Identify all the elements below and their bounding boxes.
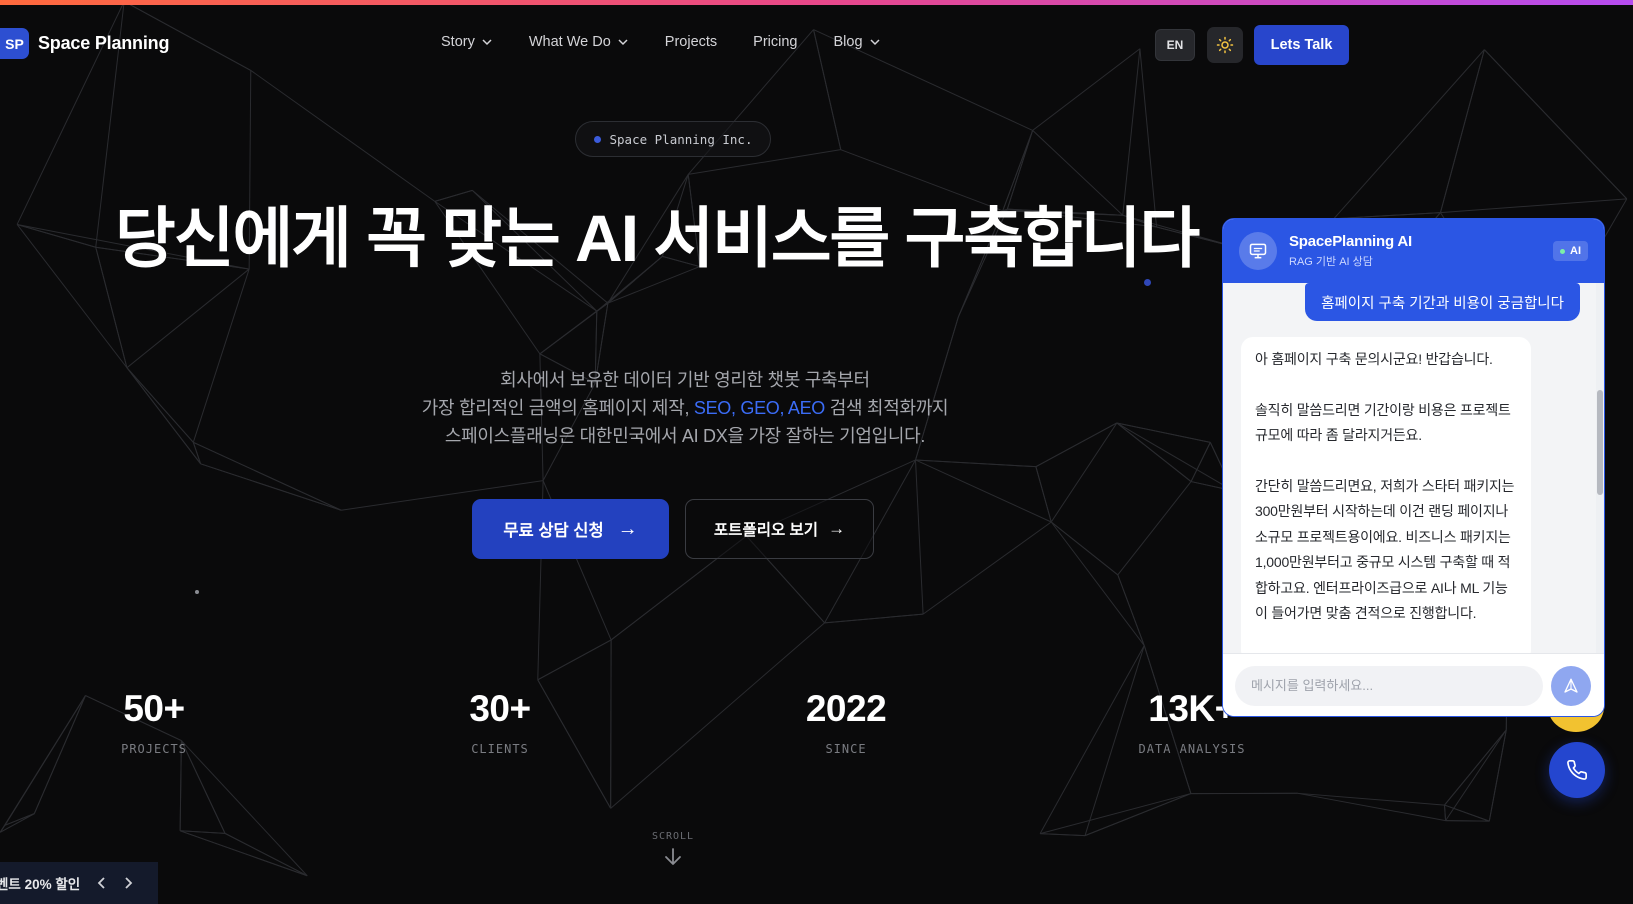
top-gradient-bar	[0, 0, 1633, 5]
arrow-down-icon	[665, 848, 681, 865]
send-icon	[1564, 678, 1578, 693]
stat-label: SINCE	[825, 742, 867, 756]
chevron-right-icon[interactable]	[122, 876, 134, 890]
stat-label: DATA ANALYSIS	[1138, 742, 1246, 756]
logo-mark: SP	[0, 28, 29, 59]
nav-item-label: Story	[441, 34, 475, 50]
chevron-down-icon	[870, 39, 880, 46]
nav-item-what-we-do[interactable]: What We Do	[529, 34, 629, 50]
nav-item-story[interactable]: Story	[441, 34, 493, 50]
bot-paragraph: 아 홈페이지 구축 문의시군요! 반갑습니다.	[1255, 351, 1493, 367]
arrow-right-icon: →	[828, 519, 846, 538]
main-nav: Story What We Do Projects Pricing Blog	[441, 34, 917, 50]
hero-desc-text: 가장 합리적인 금액의 홈페이지 제작,	[421, 398, 694, 418]
hero-desc-text: 검색 최적화까지	[825, 398, 949, 418]
nav-item-label: What We Do	[528, 34, 611, 50]
chat-messages[interactable]: 홈페이지 구축 기간과 비용이 궁금합니다 아 홈페이지 구축 문의시군요! 반…	[1223, 283, 1604, 653]
nav-item-label: Blog	[833, 34, 863, 50]
stat-since: 2022 SINCE	[786, 688, 906, 756]
online-dot	[1560, 248, 1565, 254]
badge-dot	[593, 135, 601, 143]
scrollbar-thumb[interactable]	[1597, 390, 1603, 495]
hero-desc-line-3: 스페이스플래닝은 대한민국에서 AI DX을 가장 잘하는 기업입니다.	[444, 426, 926, 446]
phone-call-button[interactable]	[1549, 742, 1605, 798]
promo-controls	[96, 876, 134, 890]
monitor-icon	[1249, 243, 1267, 259]
stat-value: 30+	[469, 688, 531, 729]
chat-header: SpacePlanning AI RAG 기반 AI 상담 AI	[1223, 219, 1604, 283]
nav-item-projects[interactable]: Projects	[665, 34, 717, 50]
ai-status-badge: AI	[1553, 241, 1588, 261]
grey-dot	[195, 590, 199, 594]
stat-label: CLIENTS	[471, 742, 529, 756]
chat-title: SpacePlanning AI	[1289, 233, 1412, 250]
ai-chat-widget: SpacePlanning AI RAG 기반 AI 상담 AI 홈페이지 구축…	[1222, 218, 1605, 717]
send-button[interactable]	[1551, 665, 1591, 706]
chat-avatar	[1239, 232, 1277, 270]
nav-item-label: Projects	[664, 34, 718, 50]
stat-value: 50+	[123, 688, 185, 729]
hero-desc-line-2: 가장 합리적인 금액의 홈페이지 제작, SEO, GEO, AEO 검색 최적…	[380, 394, 990, 422]
nav-item-pricing[interactable]: Pricing	[753, 34, 797, 50]
ai-badge-label: AI	[1570, 245, 1581, 257]
button-label: 무료 상담 신청	[503, 522, 604, 540]
chat-subtitle: RAG 기반 AI 상담	[1289, 256, 1373, 268]
bot-paragraph: 간단히 말씀드리면요, 저희가 스타터 패키지는 300만원부터 시작하는데 이…	[1255, 477, 1515, 622]
hero-description: 회사에서 보유한 데이터 기반 영리한 챗봇 구축부터 가장 합리적인 금액의 …	[380, 366, 990, 450]
hero-title: 당신에게 꼭 맞는 AI 서비스를 구축합니다	[115, 201, 1200, 275]
language-button[interactable]: EN	[1155, 29, 1195, 61]
stat-clients: 30+ CLIENTS	[450, 688, 550, 756]
badge-text: Space Planning Inc.	[609, 131, 753, 147]
chat-input-row	[1223, 653, 1604, 716]
seo-highlight: SEO, GEO, AEO	[693, 398, 826, 418]
free-consultation-button[interactable]: 무료 상담 신청 →	[472, 499, 669, 559]
sun-icon	[1216, 36, 1234, 54]
scroll-label: SCROLL	[651, 831, 695, 842]
site-logo[interactable]: SP Space Planning	[0, 28, 169, 59]
logo-text: Space Planning	[38, 33, 170, 53]
scroll-hint[interactable]: SCROLL	[650, 831, 696, 873]
chat-scrollbar[interactable]	[1596, 283, 1604, 653]
promo-banner[interactable]: 벤트 20% 할인	[0, 862, 158, 904]
nav-item-label: Pricing	[753, 34, 798, 50]
hero-desc-line-1: 회사에서 보유한 데이터 기반 영리한 챗봇 구축부터	[500, 370, 870, 390]
company-badge: Space Planning Inc.	[575, 121, 771, 157]
theme-toggle-button[interactable]	[1207, 27, 1243, 63]
nav-item-blog[interactable]: Blog	[834, 34, 881, 50]
bot-paragraph: 솔직히 말씀드리면 기간이랑 비용은 프로젝트 규모에 따라 좀 달라지거든요.	[1255, 401, 1511, 444]
bot-message: 아 홈페이지 구축 문의시군요! 반갑습니다. 솔직히 말씀드리면 기간이랑 비…	[1241, 337, 1531, 653]
user-message: 홈페이지 구축 기간과 비용이 궁금합니다	[1305, 283, 1580, 321]
chat-titles: SpacePlanning AI RAG 기반 AI 상담	[1289, 233, 1412, 269]
stat-projects: 50+ PROJECTS	[104, 688, 204, 756]
arrow-right-icon: →	[617, 517, 638, 540]
chevron-left-icon[interactable]	[96, 876, 108, 890]
accent-dot	[1144, 279, 1151, 286]
chevron-down-icon	[618, 39, 628, 46]
portfolio-button[interactable]: 포트폴리오 보기 →	[685, 499, 874, 559]
lets-talk-button[interactable]: Lets Talk	[1254, 25, 1349, 65]
stat-value: 2022	[805, 688, 887, 729]
stat-label: PROJECTS	[121, 742, 187, 756]
promo-text: 벤트 20% 할인	[0, 877, 81, 892]
chevron-down-icon	[482, 39, 492, 46]
button-label: 포트폴리오 보기	[713, 522, 819, 539]
chat-message-input[interactable]	[1235, 665, 1543, 706]
phone-icon	[1567, 760, 1587, 780]
